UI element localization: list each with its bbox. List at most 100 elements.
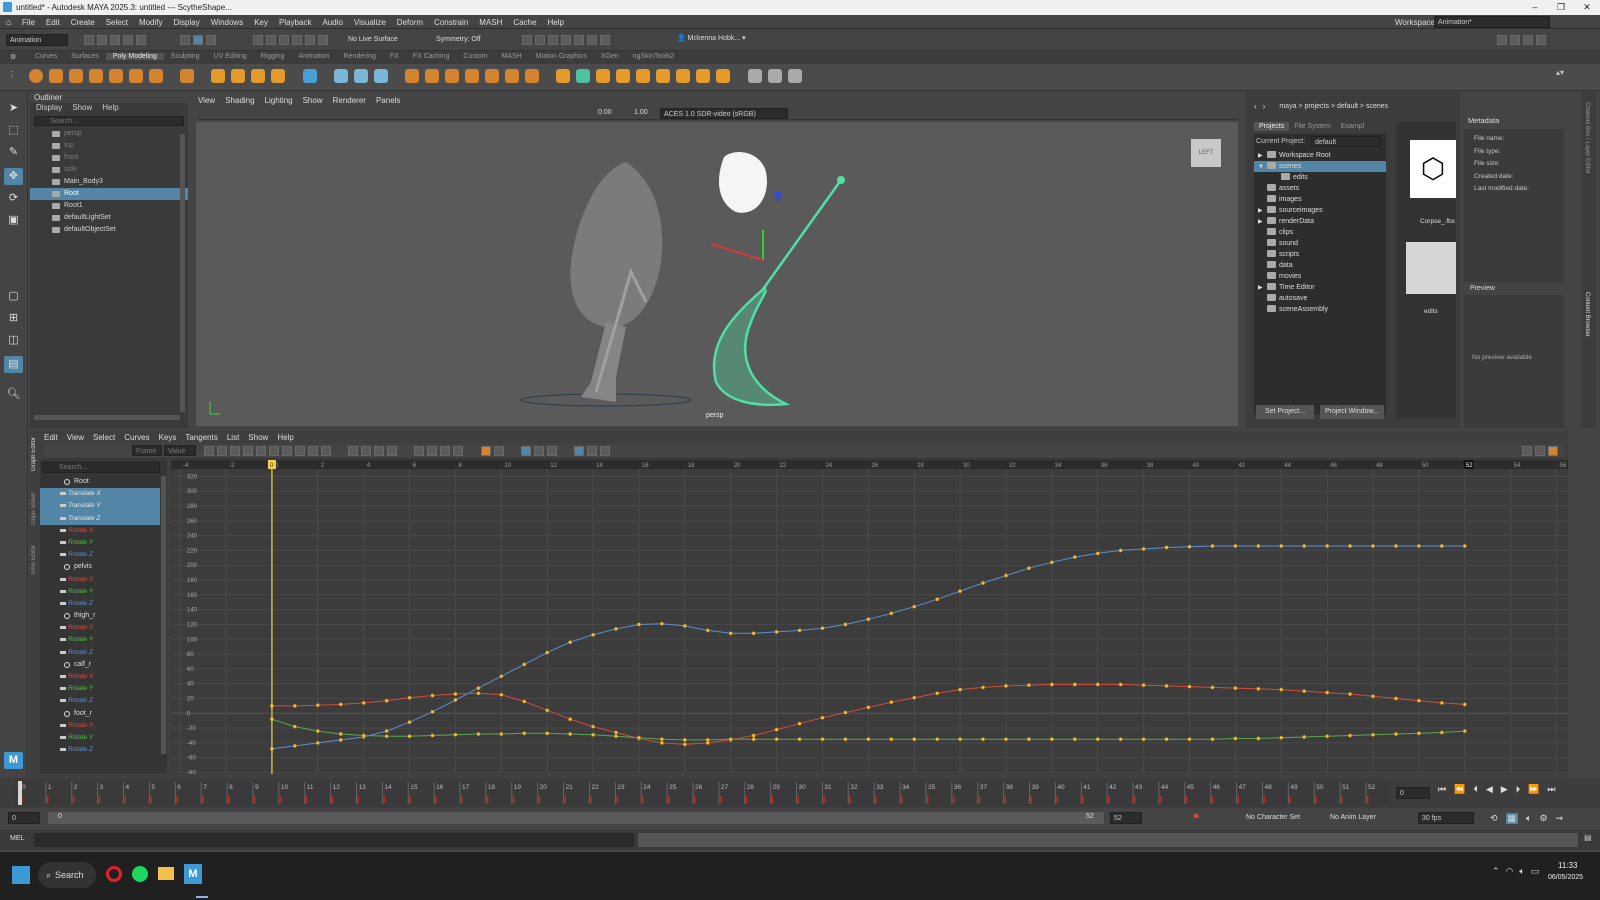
keyframe-point[interactable]: [407, 695, 412, 700]
ge-node[interactable]: Root: [40, 476, 160, 488]
home-icon[interactable]: ⌂: [6, 17, 11, 27]
keyframe-point[interactable]: [499, 674, 504, 679]
render-settings-icon[interactable]: [548, 35, 558, 45]
keyframe-point[interactable]: [1233, 736, 1238, 741]
clamped-tangent-icon[interactable]: [269, 446, 279, 456]
keyframe-point[interactable]: [774, 737, 779, 742]
shelf-scroll-icon[interactable]: ▴▾: [1556, 68, 1564, 77]
file-explorer-icon[interactable]: [158, 867, 174, 880]
viewport-menu-lighting[interactable]: Lighting: [265, 96, 293, 105]
mirror-icon[interactable]: [425, 69, 440, 83]
viewport-menu-shading[interactable]: Shading: [225, 96, 254, 105]
keyframe-point[interactable]: [315, 729, 320, 734]
keyframe-point[interactable]: [797, 721, 802, 726]
frame-all-icon[interactable]: [217, 446, 227, 456]
project-folder[interactable]: ▶ renderData: [1254, 216, 1386, 227]
outliner-item[interactable]: persp: [30, 128, 188, 140]
shelf-tab-ngskintools2[interactable]: ngSkinTools2: [626, 53, 682, 60]
keyframe-point[interactable]: [1049, 737, 1054, 742]
fbx-file-icon[interactable]: ⬡: [1410, 140, 1456, 198]
keyframe-point[interactable]: [1462, 543, 1467, 549]
separate-icon[interactable]: [353, 69, 368, 83]
keyframe-point[interactable]: [705, 737, 710, 742]
keyframe-point[interactable]: [1370, 543, 1376, 549]
fill-hole-icon[interactable]: [505, 69, 520, 83]
keyframe-point[interactable]: [659, 621, 664, 626]
keyframe-point[interactable]: [476, 691, 481, 696]
flat-tangent-icon[interactable]: [295, 446, 305, 456]
ge-channel[interactable]: Translate Z: [40, 512, 160, 525]
mel-label[interactable]: MEL: [10, 835, 24, 842]
keyframe-point[interactable]: [1164, 683, 1169, 688]
set-project-button[interactable]: Set Project...: [1256, 405, 1314, 419]
ge-settings-icon[interactable]: [1535, 446, 1545, 456]
collapse-icon[interactable]: [676, 69, 691, 83]
project-folder[interactable]: assets: [1254, 183, 1386, 194]
paint-icon[interactable]: [747, 69, 762, 83]
step-back-frame-icon[interactable]: ⏴: [1473, 784, 1478, 795]
keyframe-point[interactable]: [1302, 689, 1307, 694]
menu-cache[interactable]: Cache: [513, 18, 536, 27]
outliner-menu-show[interactable]: Show: [72, 103, 92, 114]
keyframe-point[interactable]: [1439, 543, 1444, 549]
project-folder[interactable]: ▼ scenes: [1254, 161, 1386, 172]
keyframe-point[interactable]: [568, 717, 573, 722]
sweep-mesh-icon[interactable]: [231, 69, 246, 83]
menu-audio[interactable]: Audio: [322, 18, 342, 27]
keyframe-point[interactable]: [1279, 687, 1284, 692]
keyframe-point[interactable]: [1141, 737, 1146, 742]
channel-box-tab[interactable]: Channel Box / Layer Editor: [1584, 102, 1590, 174]
keyframe-point[interactable]: [545, 708, 550, 713]
keyframe-point[interactable]: [522, 731, 527, 736]
ge-channel[interactable]: Rotate Y: [40, 634, 160, 646]
close-button[interactable]: ✕: [1574, 0, 1600, 15]
keyframe-point[interactable]: [1141, 546, 1146, 552]
menu-file[interactable]: File: [22, 18, 35, 27]
ge-menu-help[interactable]: Help: [277, 433, 293, 442]
channel-box-icon[interactable]: [1536, 35, 1546, 45]
auto-tangent-icon[interactable]: [243, 446, 253, 456]
crumb-maya[interactable]: maya: [1279, 103, 1296, 110]
keyframe-point[interactable]: [1049, 560, 1054, 565]
plateau-tangent-icon[interactable]: [321, 446, 331, 456]
auto-frame-icon[interactable]: [520, 446, 531, 456]
auto-key-icon[interactable]: ⚑: [1192, 812, 1200, 823]
keyframe-point[interactable]: [1049, 682, 1054, 687]
buffer-curve-icon[interactable]: [414, 446, 425, 456]
outliner-item[interactable]: defaultObjectSet: [30, 224, 188, 236]
keyframe-point[interactable]: [774, 629, 779, 634]
keyframe-point[interactable]: [1439, 700, 1444, 705]
keyframe-point[interactable]: [866, 737, 871, 742]
insert-key-icon[interactable]: [493, 446, 504, 456]
keyframe-point[interactable]: [797, 628, 802, 633]
keyframe-point[interactable]: [1164, 737, 1169, 742]
character-set-dropdown[interactable]: No Character Set: [1246, 814, 1300, 821]
poly-torus-icon[interactable]: [109, 69, 123, 83]
ge-menu-show[interactable]: Show: [248, 433, 268, 442]
ge-channel[interactable]: Rotate Y: [40, 537, 160, 549]
keyframe-point[interactable]: [935, 597, 940, 602]
viewport-menu-panels[interactable]: Panels: [376, 96, 400, 105]
swap-buffer-icon[interactable]: [427, 446, 438, 456]
keyframe-point[interactable]: [1210, 685, 1215, 690]
value-field[interactable]: Value: [164, 445, 196, 456]
keyframe-point[interactable]: [889, 700, 894, 705]
frame-selection-icon[interactable]: [230, 446, 240, 456]
ge-channel[interactable]: Translate Y: [40, 500, 160, 513]
ge-layout-icon[interactable]: [1522, 446, 1532, 456]
ge-menu-tangents[interactable]: Tangents: [185, 433, 217, 442]
ruler-playhead[interactable]: [18, 781, 22, 805]
bridge-icon[interactable]: [465, 69, 480, 83]
shelf-tab-xgen[interactable]: XGen: [594, 53, 626, 60]
play-backwards-icon[interactable]: ◀: [1486, 784, 1493, 795]
keyframe-point[interactable]: [1210, 737, 1215, 742]
spotify-icon[interactable]: [132, 866, 148, 882]
shelf-tab-animation[interactable]: Animation: [291, 53, 336, 60]
poly-text-icon[interactable]: [251, 69, 266, 83]
taskbar-search[interactable]: ⌕ Search: [38, 862, 96, 888]
outliner-item[interactable]: top: [30, 140, 188, 152]
bevel-icon[interactable]: [485, 69, 500, 83]
keyframe-point[interactable]: [476, 686, 481, 691]
offset-loop-icon[interactable]: [636, 69, 651, 83]
keyframe-point[interactable]: [728, 737, 733, 742]
